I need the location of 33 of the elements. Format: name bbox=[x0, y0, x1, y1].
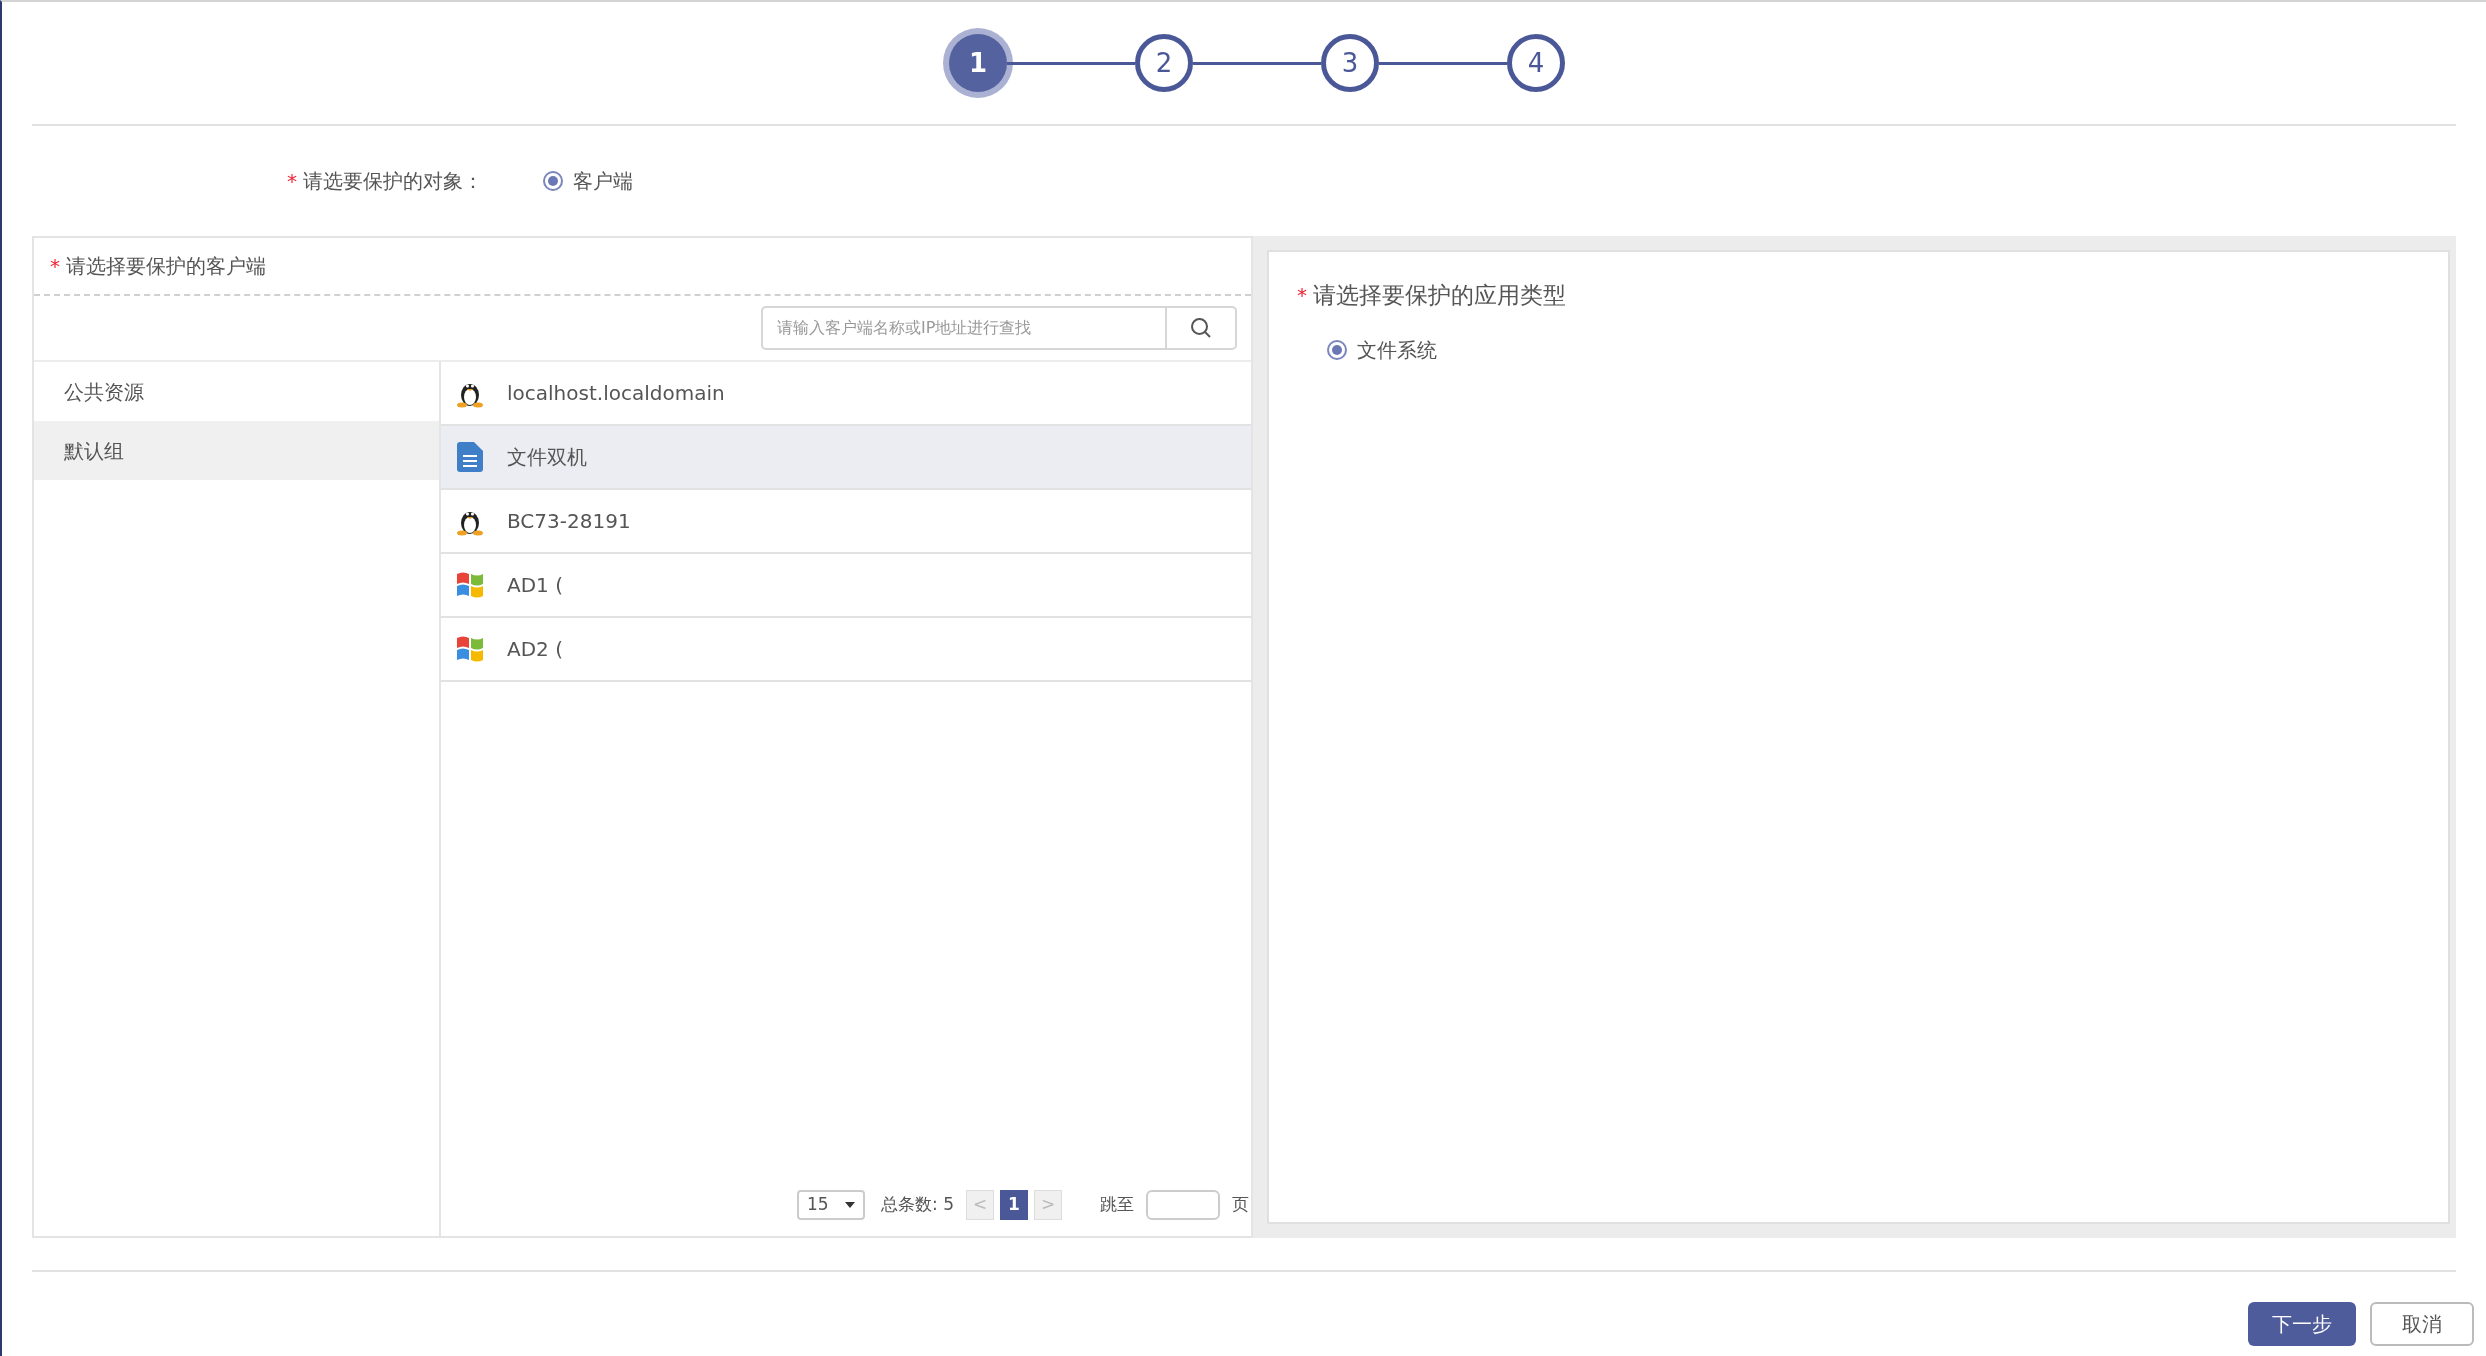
windows-logo-icon bbox=[455, 635, 485, 663]
radio-option[interactable]: 客户端 bbox=[543, 166, 633, 196]
windows-logo-icon bbox=[455, 571, 485, 599]
radio-button[interactable] bbox=[1327, 339, 1347, 360]
panel-title: 请选择要保护的客户端 bbox=[66, 253, 266, 280]
required-asterisk: * bbox=[287, 168, 297, 195]
radio-button[interactable] bbox=[543, 171, 563, 191]
search-button[interactable] bbox=[1165, 306, 1237, 350]
client-name: AD2 ( bbox=[507, 636, 563, 663]
panel-title: 请选择要保护的应用类型 bbox=[1313, 281, 1566, 310]
document-icon bbox=[457, 442, 483, 472]
search-field[interactable]: 请输入客户端名称或IP地址进行查找 bbox=[761, 306, 1165, 350]
client-name: localhost.localdomain bbox=[507, 380, 725, 407]
page-unit: 页 bbox=[1232, 1193, 1249, 1217]
group-item[interactable]: 默认组 bbox=[34, 421, 439, 480]
cancel-button[interactable]: 取消 bbox=[2370, 1302, 2474, 1346]
page-size-select[interactable]: 15 bbox=[797, 1190, 866, 1220]
client-name: 文件双机 bbox=[507, 444, 587, 471]
field-label: 请选要保护的对象： bbox=[303, 168, 483, 195]
required-asterisk: * bbox=[50, 253, 60, 280]
client-name: BC73-28191 bbox=[507, 508, 631, 535]
required-asterisk: * bbox=[1297, 282, 1307, 310]
client-name: AD1 ( bbox=[507, 572, 563, 599]
jump-label: 跳至 bbox=[1100, 1193, 1134, 1217]
page-input[interactable] bbox=[1146, 1190, 1220, 1220]
client-row[interactable]: 文件双机 bbox=[441, 426, 1251, 490]
page-button[interactable]: 1 bbox=[1000, 1190, 1028, 1220]
caret-icon bbox=[845, 1202, 856, 1208]
radio-option[interactable]: 文件系统 bbox=[1327, 334, 2448, 365]
group-item[interactable]: 公共资源 bbox=[34, 362, 439, 421]
next-button[interactable]: 下一步 bbox=[2248, 1302, 2356, 1346]
total-count: 总条数: 5 bbox=[881, 1193, 954, 1217]
search-icon bbox=[1189, 316, 1213, 340]
